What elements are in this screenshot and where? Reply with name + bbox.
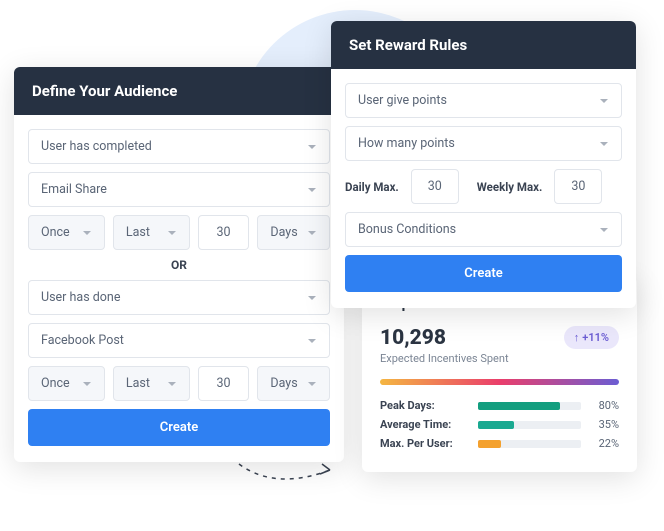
frequency-value: Once <box>41 376 70 391</box>
condition-select[interactable]: User has completed <box>28 129 330 164</box>
period-value: Last <box>126 376 150 391</box>
create-button[interactable]: Create <box>345 255 622 292</box>
frequency-value: Once <box>41 225 70 240</box>
unit-value: Days <box>270 225 297 240</box>
stat-label: Max. Per User: <box>380 437 470 450</box>
arrow-up-icon: ↑ <box>574 331 580 344</box>
chevron-down-icon <box>82 228 92 238</box>
condition-select[interactable]: User has done <box>28 280 330 315</box>
event-value: Facebook Post <box>41 333 124 348</box>
frequency-select[interactable]: Once <box>28 215 105 250</box>
daily-max-label: Daily Max. <box>345 180 399 194</box>
weekly-max-label: Weekly Max. <box>477 180 543 194</box>
condition-value: User has completed <box>41 139 152 154</box>
action-select[interactable]: User give points <box>345 83 622 118</box>
period-value: Last <box>126 225 150 240</box>
unit-value: Days <box>270 376 297 391</box>
chevron-down-icon <box>82 379 92 389</box>
prediction-value: 10,298 <box>380 326 509 350</box>
unit-select[interactable]: Days <box>257 366 330 401</box>
event-value: Email Share <box>41 182 107 197</box>
stat-fill <box>478 402 560 410</box>
stat-percent: 22% <box>589 437 619 450</box>
chevron-down-icon <box>599 225 609 235</box>
chevron-down-icon <box>599 139 609 149</box>
stat-label: Peak Days: <box>380 399 470 412</box>
stat-row: Average Time: 35% <box>380 418 619 431</box>
period-select[interactable]: Last <box>113 215 190 250</box>
chevron-down-icon <box>307 228 317 238</box>
chevron-down-icon <box>307 336 317 346</box>
stat-percent: 35% <box>589 418 619 431</box>
chevron-down-icon <box>167 228 177 238</box>
condition-value: User has done <box>41 290 120 305</box>
stat-bar <box>478 421 581 429</box>
stat-fill <box>478 440 501 448</box>
daily-max-input[interactable]: 30 <box>411 169 459 204</box>
period-select[interactable]: Last <box>113 366 190 401</box>
gradient-bar <box>380 379 619 385</box>
chevron-down-icon <box>307 185 317 195</box>
action-value: User give points <box>358 93 447 108</box>
define-audience-card: Define Your Audience User has completed … <box>14 67 344 462</box>
unit-select[interactable]: Days <box>257 215 330 250</box>
frequency-select[interactable]: Once <box>28 366 105 401</box>
stat-bar <box>478 402 581 410</box>
event-select[interactable]: Facebook Post <box>28 323 330 358</box>
stat-fill <box>478 421 514 429</box>
chevron-down-icon <box>307 379 317 389</box>
chevron-down-icon <box>599 96 609 106</box>
stat-percent: 80% <box>589 399 619 412</box>
bonus-select[interactable]: Bonus Conditions <box>345 212 622 247</box>
or-separator: OR <box>28 258 330 272</box>
card-title: Set Reward Rules <box>331 21 636 69</box>
set-reward-rules-card: Set Reward Rules User give points How ma… <box>331 21 636 308</box>
amount-select[interactable]: How many points <box>345 126 622 161</box>
delta-value: +11% <box>582 331 609 344</box>
event-select[interactable]: Email Share <box>28 172 330 207</box>
stat-row: Peak Days: 80% <box>380 399 619 412</box>
create-button[interactable]: Create <box>28 409 330 446</box>
stat-label: Average Time: <box>380 418 470 431</box>
delta-badge: ↑ +11% <box>564 326 619 349</box>
weekly-max-input[interactable]: 30 <box>554 169 602 204</box>
count-input[interactable]: 30 <box>198 366 250 401</box>
stat-row: Max. Per User: 22% <box>380 437 619 450</box>
chevron-down-icon <box>167 379 177 389</box>
amount-value: How many points <box>358 136 455 151</box>
prediction-subtitle: Expected Incentives Spent <box>380 352 509 365</box>
count-input[interactable]: 30 <box>198 215 250 250</box>
card-title: Define Your Audience <box>14 67 344 115</box>
chevron-down-icon <box>307 142 317 152</box>
chevron-down-icon <box>307 293 317 303</box>
stat-bar <box>478 440 581 448</box>
bonus-value: Bonus Conditions <box>358 222 456 237</box>
